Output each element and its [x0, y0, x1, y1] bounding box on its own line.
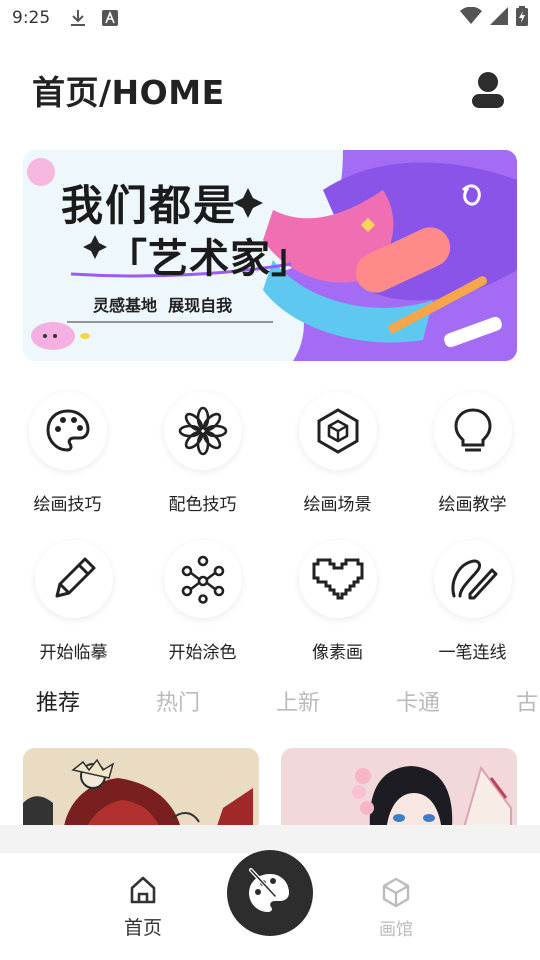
tab-ancient[interactable]: 古: [516, 685, 540, 717]
feature-label: 像素画: [312, 643, 363, 663]
tab-recommended[interactable]: 推荐: [36, 685, 156, 717]
home-icon: [130, 876, 156, 904]
feature-drawing-lessons[interactable]: 绘画教学: [405, 392, 540, 515]
feature-label: 绘画场景: [303, 495, 372, 515]
flower-icon: [178, 406, 227, 456]
feature-label: 配色技巧: [168, 495, 237, 515]
draw-fab-button[interactable]: [227, 850, 313, 936]
banner-line2: 「艺术家」: [107, 236, 312, 282]
feature-drawing-scenes[interactable]: 绘画场景: [270, 392, 405, 515]
cube-icon: [317, 408, 358, 454]
tab-popular[interactable]: 热门: [156, 685, 276, 717]
feature-label: 开始涂色: [168, 643, 237, 663]
font-icon: [100, 8, 120, 28]
feature-label: 一笔连线: [438, 643, 507, 663]
status-bar: 9:25: [0, 0, 540, 36]
pen-stroke-icon: [451, 559, 497, 600]
feature-one-stroke[interactable]: 一笔连线: [405, 540, 540, 663]
feature-drawing-tips[interactable]: 绘画技巧: [0, 392, 135, 515]
molecule-icon: [181, 555, 224, 604]
banner-line1: 我们都是: [61, 181, 238, 230]
nav-gallery-label: 画馆: [379, 920, 413, 940]
feature-label: 绘画技巧: [33, 495, 102, 515]
signal-icon: [490, 6, 508, 30]
pixel-heart-icon: [312, 558, 363, 600]
category-tabs: 推荐 热门 上新 卡通 古: [36, 685, 540, 717]
download-icon: [68, 8, 88, 28]
nav-gallery[interactable]: 画馆: [346, 877, 446, 940]
nav-home[interactable]: 首页: [93, 875, 193, 940]
banner-slogan: 灵感基地 展现自我: [93, 296, 233, 315]
lightbulb-icon: [453, 408, 492, 452]
status-time: 9:25: [12, 8, 51, 28]
page-title: 首页/HOME: [32, 73, 225, 112]
feature-color-tips[interactable]: 配色技巧: [135, 392, 270, 515]
feature-pixel-art[interactable]: 像素画: [270, 540, 405, 663]
palette-icon: [45, 409, 90, 452]
cube-icon: [382, 877, 410, 907]
battery-icon: [516, 5, 528, 31]
feature-start-copying[interactable]: 开始临摹: [0, 540, 135, 663]
nav-home-label: 首页: [123, 917, 162, 939]
user-icon[interactable]: [468, 70, 508, 110]
feature-grid-row-1: 绘画技巧 配色技巧 绘画场景 绘画教学: [0, 392, 540, 515]
wifi-icon: [460, 6, 482, 30]
feature-label: 绘画教学: [438, 495, 507, 515]
page-header: 首页/HOME: [32, 60, 508, 120]
palette-brush-icon: [249, 868, 289, 912]
promo-banner[interactable]: 我们都是 「艺术家」 灵感基地 展现自我: [23, 150, 517, 361]
feature-label: 开始临摹: [39, 643, 108, 663]
tab-new[interactable]: 上新: [276, 685, 396, 717]
tab-cartoon[interactable]: 卡通: [396, 685, 516, 717]
pencil-icon: [55, 557, 95, 598]
feature-start-coloring[interactable]: 开始涂色: [135, 540, 270, 663]
feature-grid-row-2: 开始临摹 开始涂色 像素画 一笔连线: [0, 540, 540, 663]
